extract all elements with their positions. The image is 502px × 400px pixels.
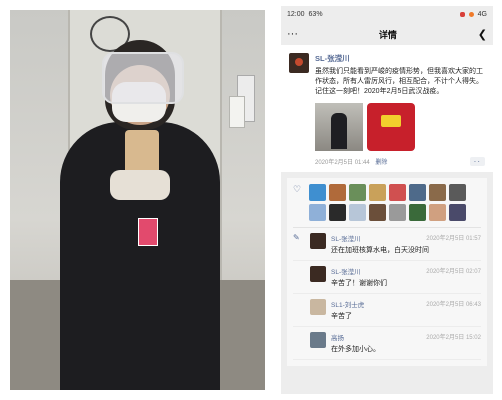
status-bar: 12:00 63% 4G	[281, 6, 493, 23]
likes-row: ♡	[293, 184, 481, 228]
comment-text: 辛苦了！谢谢你们	[331, 280, 387, 287]
author-name[interactable]: SL-张滢川	[315, 53, 485, 64]
comment-time: 2020年2月5日 06:43	[426, 302, 481, 308]
comment-icon	[293, 299, 305, 321]
post-image-selfie[interactable]	[315, 103, 363, 151]
signal-text: 4G	[477, 11, 487, 18]
comment-icon: ✎	[293, 233, 300, 242]
likes-comments-panel: ♡ ✎ SL-张滢川 2020年2月5日 01:57 还在加班核算水电，白天没时间 SL…	[287, 178, 487, 366]
moments-screenshot: 12:00 63% 4G ··· 详情 ❮ SL-张滢川 虽然我们只能看到严峻的…	[281, 6, 493, 394]
like-avatar[interactable]	[389, 204, 406, 221]
like-avatar[interactable]	[449, 184, 466, 201]
author-avatar[interactable]	[289, 53, 309, 73]
comment-text: 在外多加小心。	[331, 346, 380, 353]
like-avatar[interactable]	[369, 204, 386, 221]
face-shield	[102, 52, 184, 104]
like-avatar[interactable]	[409, 184, 426, 201]
selfie-photo	[10, 10, 265, 390]
commenter-name[interactable]: 高扬	[331, 332, 344, 342]
commenter-avatar[interactable]	[310, 233, 326, 249]
post-text: 虽然我们只能看到严峻的疫情形势，但我喜欢大家的工作状态，所有人雷厉风行，相互配合…	[315, 68, 483, 95]
comment-icon	[293, 266, 305, 288]
commenter-avatar[interactable]	[310, 332, 326, 348]
like-avatar[interactable]	[449, 204, 466, 221]
like-avatars	[309, 184, 466, 221]
comment-time: 2020年2月5日 02:07	[426, 269, 481, 275]
comment-item[interactable]: 高扬 2020年2月5日 15:02 在外多加小心。	[293, 327, 481, 360]
comment-item[interactable]: SL-张滢川 2020年2月5日 02:07 辛苦了！谢谢你们	[293, 261, 481, 294]
comment-time: 2020年2月5日 01:57	[426, 236, 481, 242]
like-avatar[interactable]	[429, 184, 446, 201]
like-avatar[interactable]	[329, 204, 346, 221]
time-text: 12:00	[287, 11, 305, 18]
heart-icon: ♡	[293, 184, 302, 194]
commenter-avatar[interactable]	[310, 299, 326, 315]
notification-icon	[459, 12, 465, 17]
like-avatar[interactable]	[309, 184, 326, 201]
like-avatar[interactable]	[349, 204, 366, 221]
comment-list: ✎ SL-张滢川 2020年2月5日 01:57 还在加班核算水电，白天没时间 SL-张…	[293, 228, 481, 360]
page-title: 详情	[378, 29, 397, 40]
post-time: 2020年2月5日 01:44	[315, 160, 370, 166]
like-avatar[interactable]	[409, 204, 426, 221]
comment-icon	[293, 332, 305, 354]
nav-bar: ··· 详情 ❮	[281, 23, 493, 45]
comment-like-button[interactable]: ··	[469, 157, 485, 166]
commenter-avatar[interactable]	[310, 266, 326, 282]
like-avatar[interactable]	[389, 184, 406, 201]
like-avatar[interactable]	[329, 184, 346, 201]
more-dots-icon[interactable]: ···	[287, 28, 298, 40]
post-image-bag[interactable]	[367, 103, 415, 151]
comment-item[interactable]: ✎ SL-张滢川 2020年2月5日 01:57 还在加班核算水电，白天没时间	[293, 228, 481, 261]
comment-text: 还在加班核算水电，白天没时间	[331, 247, 429, 254]
like-avatar[interactable]	[349, 184, 366, 201]
moment-post: SL-张滢川 虽然我们只能看到严峻的疫情形势，但我喜欢大家的工作状态，所有人雷厉…	[281, 45, 493, 172]
wall-notice	[229, 96, 245, 128]
app-icon	[468, 12, 474, 17]
like-avatar[interactable]	[309, 204, 326, 221]
comment-text: 辛苦了	[331, 313, 352, 320]
id-badge	[138, 218, 158, 246]
commenter-name[interactable]: SL-张滢川	[331, 266, 361, 276]
back-arrow-icon[interactable]: ❮	[478, 28, 487, 41]
like-avatar[interactable]	[429, 204, 446, 221]
battery-text: 63%	[308, 11, 323, 18]
like-avatar[interactable]	[369, 184, 386, 201]
comment-time: 2020年2月5日 15:02	[426, 335, 481, 341]
commenter-name[interactable]: SL1-刘士虎	[331, 299, 364, 309]
comment-item[interactable]: SL1-刘士虎 2020年2月5日 06:43 辛苦了	[293, 294, 481, 327]
commenter-name[interactable]: SL-张滢川	[331, 233, 361, 243]
gloved-hands	[110, 170, 170, 200]
delete-link[interactable]: 删除	[375, 160, 387, 166]
